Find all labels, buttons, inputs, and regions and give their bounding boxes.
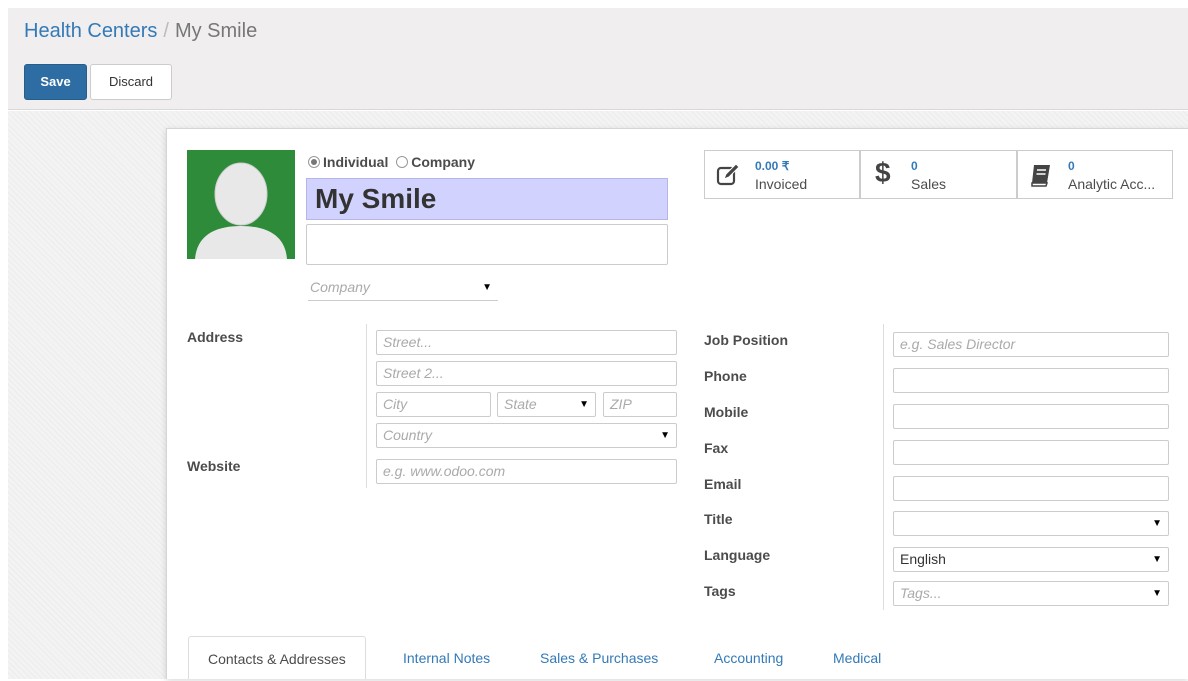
language-select[interactable]: English ▼ [893,547,1169,572]
stat-analytic-label: Analytic Acc... [1068,176,1156,192]
dropdown-caret-icon: ▼ [1152,518,1162,529]
street-input[interactable]: Street... [376,330,677,355]
control-panel: Health Centers / My Smile Save Discard [8,8,1188,110]
stat-button-invoiced[interactable]: 0.00 ₹ Invoiced [704,150,860,199]
dropdown-caret-icon: ▼ [1152,588,1162,599]
tab-accounting[interactable]: Accounting [714,636,783,679]
email-input[interactable] [893,476,1169,501]
company-select-placeholder: Company [310,279,370,295]
stat-button-analytic-accounts[interactable]: 0 Analytic Acc... [1017,150,1173,199]
mobile-label: Mobile [704,404,749,420]
tags-select[interactable]: Tags... ▼ [893,581,1169,606]
field-divider [366,324,367,488]
tab-sales-purchases[interactable]: Sales & Purchases [540,636,658,679]
title-select[interactable]: ▼ [893,511,1169,536]
stat-sales-label: Sales [911,176,947,192]
save-button[interactable]: Save [24,64,87,100]
dropdown-caret-icon: ▼ [579,399,589,410]
stat-sales-value: 0 [911,159,918,173]
tags-label: Tags [704,583,736,599]
field-divider [883,324,884,610]
fax-input[interactable] [893,440,1169,465]
company-select[interactable]: Company ▼ [308,276,498,301]
stat-button-sales[interactable]: $ 0 Sales [860,150,1017,199]
avatar-image[interactable] [187,150,295,259]
email-label: Email [704,476,742,492]
radio-company[interactable]: Company [396,154,475,170]
language-label: Language [704,547,771,563]
phone-input[interactable] [893,368,1169,393]
street-placeholder: Street... [383,334,433,350]
phone-label: Phone [704,368,747,384]
radio-checked-icon [308,156,320,168]
dropdown-caret-icon: ▼ [1152,554,1162,565]
stat-invoiced-value: 0.00 ₹ [755,159,790,173]
zip-placeholder: ZIP [610,396,632,412]
website-input[interactable]: e.g. www.odoo.com [376,459,677,484]
person-silhouette-icon [187,150,295,259]
partner-type-radio-group: Individual Company [308,153,475,171]
address-label: Address [187,329,244,345]
language-value: English [900,551,946,567]
state-placeholder: State [504,396,537,412]
city-input[interactable]: City [376,392,491,417]
fax-label: Fax [704,440,729,456]
dropdown-caret-icon: ▼ [482,282,492,293]
job-position-placeholder: e.g. Sales Director [900,336,1016,352]
job-position-label: Job Position [704,332,788,348]
radio-individual[interactable]: Individual [308,154,388,170]
stat-analytic-value: 0 [1068,159,1075,173]
breadcrumb-current: My Smile [174,20,258,42]
discard-button[interactable]: Discard [90,64,172,100]
tags-placeholder: Tags... [900,585,942,601]
state-select[interactable]: State ▼ [497,392,596,417]
street2-placeholder: Street 2... [383,365,444,381]
mobile-input[interactable] [893,404,1169,429]
breadcrumb: Health Centers / My Smile [24,18,257,44]
tab-medical[interactable]: Medical [833,636,881,679]
website-placeholder: e.g. www.odoo.com [383,463,506,479]
stat-invoiced-label: Invoiced [755,176,808,192]
pencil-square-icon [716,163,740,186]
zip-input[interactable]: ZIP [603,392,677,417]
tab-internal-notes[interactable]: Internal Notes [403,636,490,679]
partner-name-input[interactable]: My Smile [306,178,668,220]
street2-input[interactable]: Street 2... [376,361,677,386]
breadcrumb-separator: / [163,20,169,42]
title-label: Title [704,511,733,527]
book-icon [1031,165,1050,187]
radio-individual-label: Individual [323,154,389,170]
partner-secondary-input[interactable] [306,224,668,265]
city-placeholder: City [383,396,408,412]
dollar-icon: $ [875,157,891,188]
tab-contacts-addresses[interactable]: Contacts & Addresses [188,636,366,679]
job-position-input[interactable]: e.g. Sales Director [893,332,1169,357]
radio-company-label: Company [411,154,476,170]
country-select[interactable]: Country ▼ [376,423,677,448]
country-placeholder: Country [383,427,433,443]
breadcrumb-parent-link[interactable]: Health Centers [24,20,157,42]
website-label: Website [187,458,241,474]
radio-unchecked-icon [396,156,409,168]
dropdown-caret-icon: ▼ [660,430,670,441]
